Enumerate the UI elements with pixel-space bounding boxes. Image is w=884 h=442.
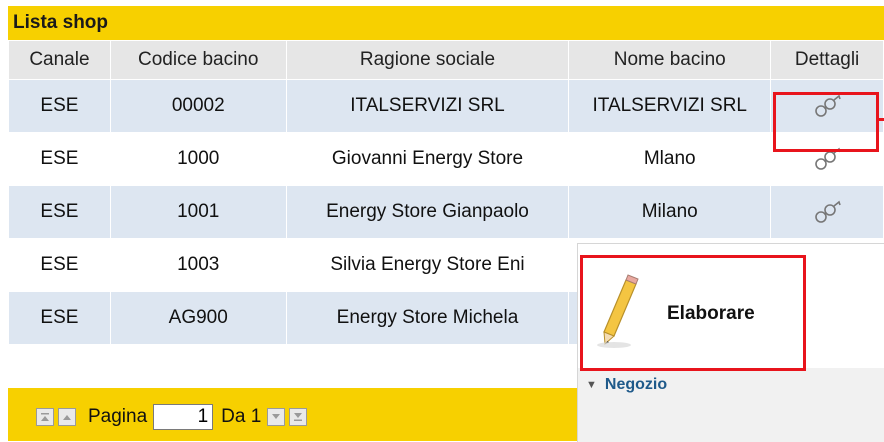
pager: Pagina Da 1 [36,404,311,430]
table-row[interactable]: ESE 00002 ITALSERVIZI SRL ITALSERVIZI SR… [8,79,884,133]
prev-page-icon[interactable] [58,408,76,426]
column-header-canale[interactable]: Canale [8,40,111,80]
last-page-icon[interactable] [289,408,308,426]
cell-canale: ESE [8,132,111,186]
cell-canale: ESE [8,238,111,292]
table-row[interactable]: ESE 1000 Giovanni Energy Store Mlano [8,132,884,186]
list-title-bar: Lista shop [8,6,884,40]
cell-nome-bacino: ITALSERVIZI SRL [568,79,772,133]
column-header-dettagli: Dettagli [770,40,884,80]
cell-codice-bacino: AG900 [109,291,287,345]
column-header-ragione-sociale[interactable]: Ragione sociale [285,40,570,80]
cell-codice-bacino: 00002 [109,79,287,133]
first-page-icon[interactable] [36,408,54,426]
cell-ragione-sociale: Energy Store Michela [285,291,570,345]
column-header-codice-bacino[interactable]: Codice bacino [109,40,287,80]
next-page-icon[interactable] [267,408,286,426]
cell-codice-bacino: 1003 [109,238,287,292]
cell-ragione-sociale: Giovanni Energy Store [285,132,570,186]
negozio-section-label: Negozio [604,376,668,393]
list-title: Lista shop [13,12,109,33]
details-glasses-icon[interactable] [812,197,842,227]
table-row[interactable]: ESE 1001 Energy Store Gianpaolo Milano [8,185,884,239]
highlight-connector-line [879,118,884,121]
cell-ragione-sociale: ITALSERVIZI SRL [285,79,570,133]
negozio-section-header[interactable]: ▼ Negozio [586,376,667,394]
cell-ragione-sociale: Silvia Energy Store Eni [285,238,570,292]
cell-dettagli [770,185,884,239]
column-header-nome-bacino[interactable]: Nome bacino [568,40,772,80]
highlight-elaborare-box [580,255,806,371]
cell-canale: ESE [8,79,111,133]
page-number-input[interactable] [153,404,214,430]
table-header-row: Canale Codice bacino Ragione sociale Nom… [8,40,884,80]
highlight-details-box [773,92,879,152]
cell-canale: ESE [8,291,111,345]
cell-codice-bacino: 1000 [109,132,287,186]
collapse-triangle-icon[interactable]: ▼ [586,379,597,391]
cell-codice-bacino: 1001 [109,185,287,239]
page-label: Pagina [88,406,148,427]
cell-ragione-sociale: Energy Store Gianpaolo [285,185,570,239]
page-of-label: Da 1 [221,406,262,427]
cell-nome-bacino: Mlano [568,132,772,186]
cell-canale: ESE [8,185,111,239]
cell-nome-bacino: Milano [568,185,772,239]
